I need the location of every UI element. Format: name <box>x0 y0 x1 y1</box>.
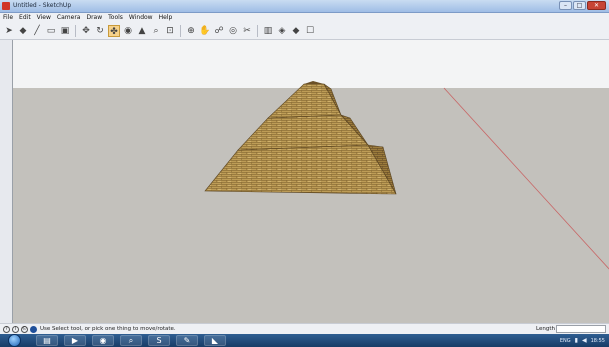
status-hint: Use Select tool, or pick one thing to mo… <box>40 326 176 332</box>
shape-tool-icon[interactable]: ▭ <box>45 25 57 37</box>
instructor-icon[interactable] <box>30 326 37 333</box>
menu-camera[interactable]: Camera <box>57 13 81 23</box>
measurements-input[interactable] <box>556 325 606 333</box>
windows-taskbar: ▤ ▶ ◉ ⌕ S ✎ ◣ ENG ▮ ◀ 18:55 <box>0 334 609 347</box>
credits-icon[interactable]: © <box>21 326 28 333</box>
menu-view[interactable]: View <box>37 13 51 23</box>
sketchup-app-icon[interactable] <box>2 2 10 10</box>
menu-draw[interactable]: Draw <box>86 13 102 23</box>
rotate-tool-icon[interactable]: ↻ <box>94 25 106 37</box>
orbit-tool-icon[interactable]: ✤ <box>108 25 120 37</box>
pan-tool-icon[interactable]: ✋ <box>199 25 211 37</box>
paint-tool-icon[interactable]: ▲ <box>136 25 148 37</box>
start-button[interactable] <box>8 334 21 347</box>
toolbar-separator <box>180 25 181 37</box>
model-info-icon[interactable]: ☐ <box>304 25 316 37</box>
media-player-icon[interactable]: ▶ <box>64 335 86 346</box>
move-tool-icon[interactable]: ✥ <box>80 25 92 37</box>
line-tool-icon[interactable]: ╱ <box>31 25 43 37</box>
menu-edit[interactable]: Edit <box>19 13 31 23</box>
pushpull-tool-icon[interactable]: ▣ <box>59 25 71 37</box>
notepad-icon[interactable]: ✎ <box>176 335 198 346</box>
geo-location-icon[interactable]: i <box>12 326 19 333</box>
measurements-label: Length <box>536 326 555 332</box>
main-toolbar: ➤ ◆ ╱ ▭ ▣ ✥ ↻ ✤ ◉ ▲ ⌕ ⊡ ⊕ ✋ ☍ ◎ ✂ ▥ ◈ ◆ ☐ <box>0 23 609 40</box>
chrome-icon[interactable]: ◉ <box>92 335 114 346</box>
toolbar-separator <box>75 25 76 37</box>
left-dock <box>0 40 12 323</box>
explorer-icon[interactable]: ▤ <box>36 335 58 346</box>
system-tray: ENG ▮ ◀ 18:55 <box>560 335 605 346</box>
menu-file[interactable]: File <box>3 13 13 23</box>
warehouse-icon[interactable]: ◈ <box>276 25 288 37</box>
model-viewport[interactable] <box>12 40 609 323</box>
scene-canvas[interactable] <box>13 40 609 323</box>
minimize-button[interactable]: – <box>559 1 572 10</box>
sketchup-taskbar-icon[interactable]: ◣ <box>204 335 226 346</box>
window-title: Untitled - SketchUp <box>13 2 72 9</box>
menu-tools[interactable]: Tools <box>108 13 123 23</box>
close-button[interactable]: ✕ <box>587 1 606 10</box>
zoom-tool-icon[interactable]: ⌕ <box>150 25 162 37</box>
language-indicator[interactable]: ENG <box>560 338 571 344</box>
skype-icon[interactable]: S <box>148 335 170 346</box>
section-tool-icon[interactable]: ✂ <box>241 25 253 37</box>
extension-icon[interactable]: ◆ <box>290 25 302 37</box>
window-controls: – □ ✕ <box>559 1 606 11</box>
help-icon[interactable]: ? <box>3 326 10 333</box>
walk-tool-icon[interactable]: ☍ <box>213 25 225 37</box>
look-around-icon[interactable]: ◎ <box>227 25 239 37</box>
tape-tool-icon[interactable]: ◉ <box>122 25 134 37</box>
menu-bar: File Edit View Camera Draw Tools Window … <box>0 13 609 23</box>
search-app-icon[interactable]: ⌕ <box>120 335 142 346</box>
zoom-window-icon[interactable]: ⊡ <box>164 25 176 37</box>
select-tool-icon[interactable]: ➤ <box>3 25 15 37</box>
components-icon[interactable]: ▥ <box>262 25 274 37</box>
volume-icon[interactable]: ◀ <box>582 337 587 344</box>
maximize-button[interactable]: □ <box>573 1 586 10</box>
menu-help[interactable]: Help <box>159 13 173 23</box>
title-bar: Untitled - SketchUp – □ ✕ <box>0 0 609 13</box>
network-icon[interactable]: ▮ <box>575 337 578 344</box>
sky <box>13 40 609 88</box>
clock[interactable]: 18:55 <box>591 338 605 344</box>
status-bar: ? i © Use Select tool, or pick one thing… <box>0 323 609 334</box>
eraser-tool-icon[interactable]: ◆ <box>17 25 29 37</box>
menu-window[interactable]: Window <box>129 13 153 23</box>
toolbar-separator <box>257 25 258 37</box>
zoom-extents-icon[interactable]: ⊕ <box>185 25 197 37</box>
